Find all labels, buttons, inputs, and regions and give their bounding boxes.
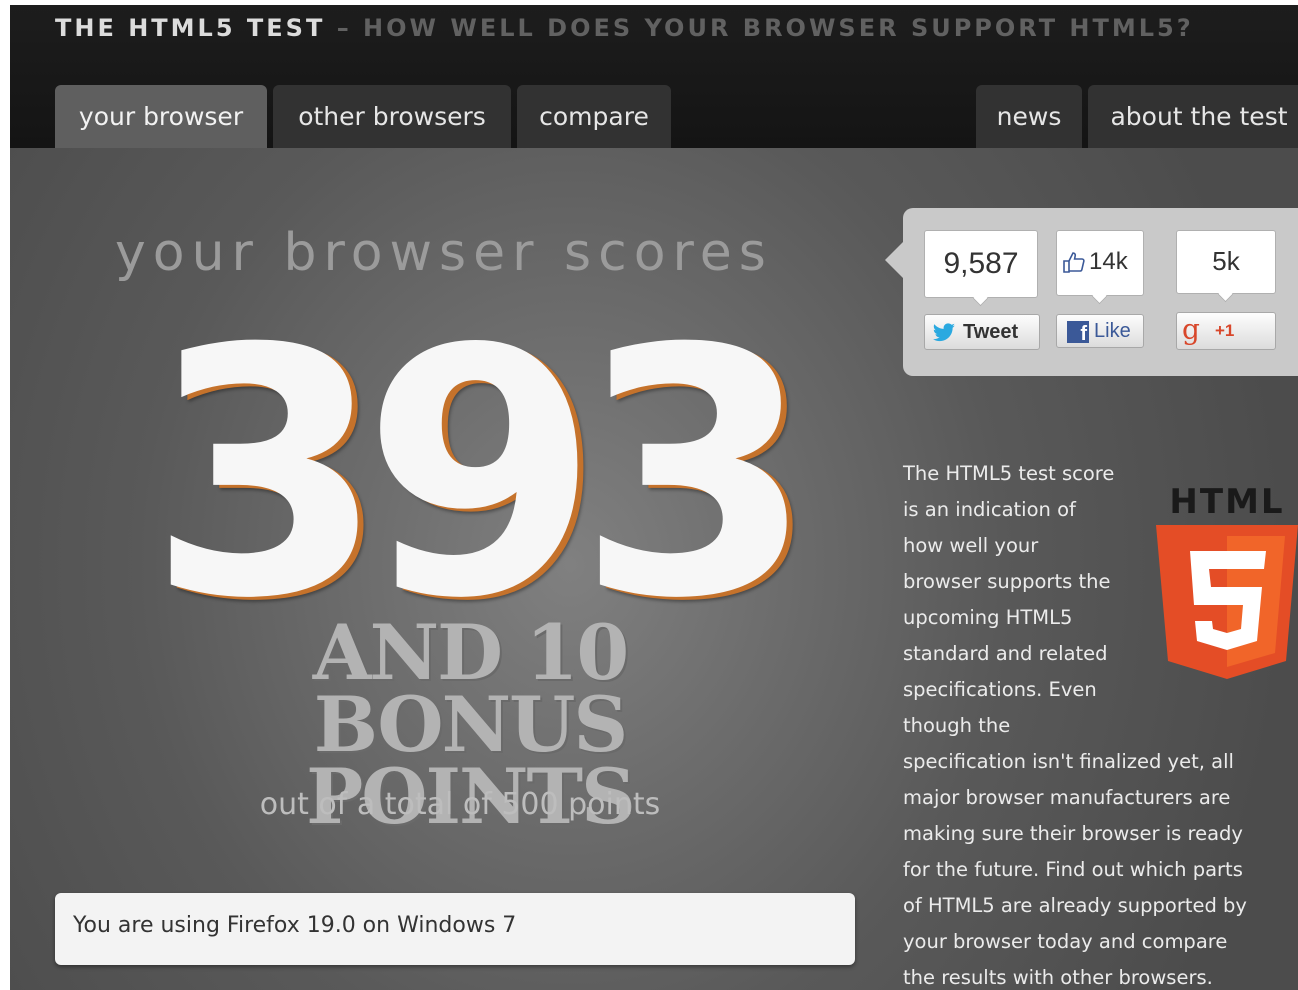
browser-info-box: You are using Firefox 19.0 on Windows 7 [55, 893, 855, 965]
tab-other-browsers[interactable]: other browsers [273, 85, 511, 148]
description-line: specification isn't finalized yet, all [903, 750, 1234, 773]
description-line: making sure their browser is ready [903, 822, 1243, 845]
tweet-count-value: 9,587 [943, 247, 1019, 280]
facebook-like-count-value: 14k [1089, 248, 1128, 275]
score-heading: your browser scores [115, 223, 773, 283]
site-title-main: THE HTML5 TEST [55, 14, 326, 42]
page: THE HTML5 TEST – HOW WELL DOES YOUR BROW… [10, 5, 1298, 990]
gplus-count: 5k [1176, 230, 1276, 294]
browser-info-text: You are using Firefox 19.0 on Windows 7 [73, 913, 517, 938]
tweet-button[interactable]: Tweet [924, 314, 1040, 350]
site-title[interactable]: THE HTML5 TEST – HOW WELL DOES YOUR BROW… [55, 14, 1194, 42]
tab-about-the-test[interactable]: about the test [1088, 85, 1298, 148]
tab-compare[interactable]: compare [517, 85, 671, 148]
score-total: out of a total of 500 points [259, 787, 661, 822]
facebook-like-button[interactable]: f Like [1056, 314, 1144, 348]
html5-logo: HTML [1156, 483, 1298, 679]
gplus-count-value: 5k [1212, 246, 1240, 276]
description-line: of HTML5 are already supported by [903, 894, 1247, 917]
description-line: the results with other browsers. [903, 966, 1213, 989]
description-line: for the future. Find out which parts [903, 858, 1243, 881]
gplus-g-icon: g [1182, 313, 1200, 346]
description-line: though the [903, 714, 1011, 737]
description-line: major browser manufacturers are [903, 786, 1231, 809]
html5-logo-wordmark: HTML [1169, 483, 1284, 522]
social-box-pointer [885, 242, 903, 278]
tweet-button-label: Tweet [963, 321, 1019, 343]
gplus-button-label: +1 [1215, 321, 1235, 340]
score-value: 393 [148, 277, 814, 673]
tab-news[interactable]: news [976, 85, 1082, 148]
twitter-bird-icon [932, 323, 955, 342]
top-navigation-bar: THE HTML5 TEST – HOW WELL DOES YOUR BROW… [10, 5, 1298, 148]
gplus-button[interactable]: g +1 [1176, 312, 1276, 350]
tweet-count: 9,587 [924, 230, 1038, 298]
facebook-like-count: 14k [1056, 230, 1144, 296]
social-share-box: 9,587 Tweet 14k f Like 5k g +1 [903, 208, 1298, 376]
facebook-f-icon: f [1067, 321, 1089, 345]
description-line: your browser today and compare [903, 930, 1228, 953]
facebook-like-button-label: Like [1094, 320, 1131, 342]
thumbs-up-icon [1063, 252, 1085, 273]
tab-your-browser[interactable]: your browser [55, 85, 267, 148]
bonus-line-1: AND 10 BONUS [312, 608, 630, 769]
site-title-subtitle: – HOW WELL DOES YOUR BROWSER SUPPORT HTM… [336, 14, 1194, 42]
html5-five-numeral [1190, 551, 1266, 650]
